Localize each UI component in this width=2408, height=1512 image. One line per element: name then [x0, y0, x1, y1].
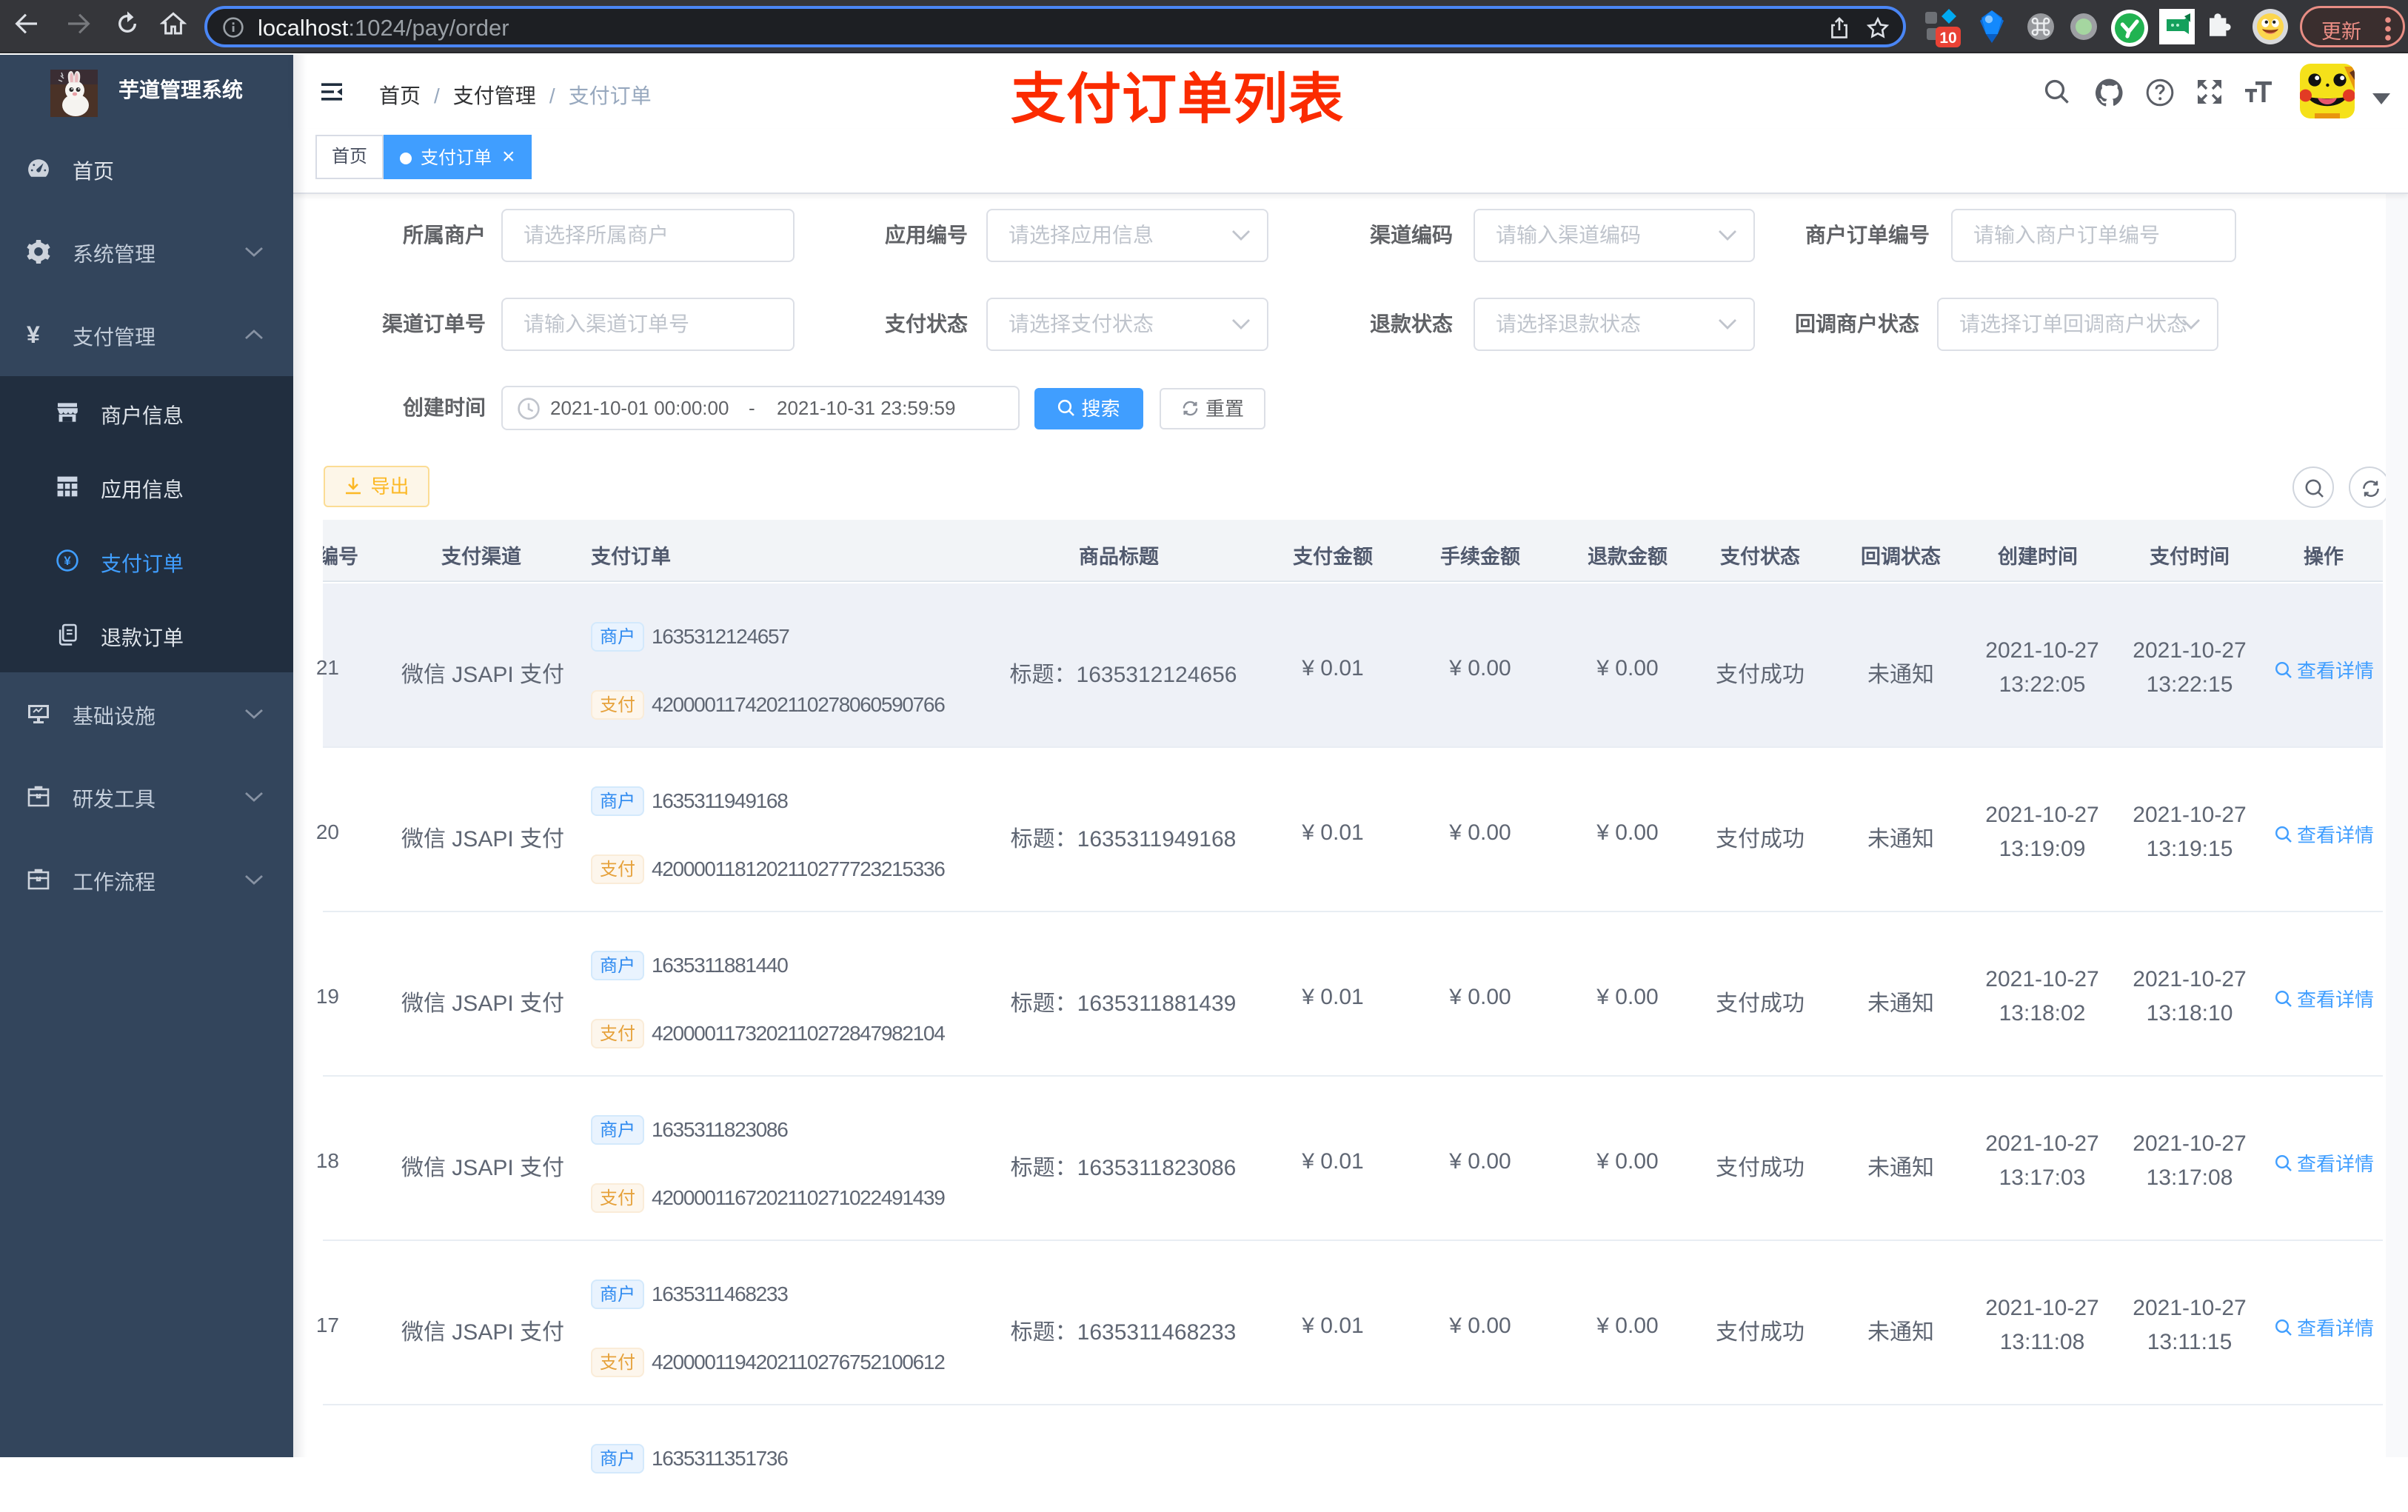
svg-text:10: 10	[1939, 30, 1956, 47]
svg-text:¥: ¥	[64, 554, 71, 568]
